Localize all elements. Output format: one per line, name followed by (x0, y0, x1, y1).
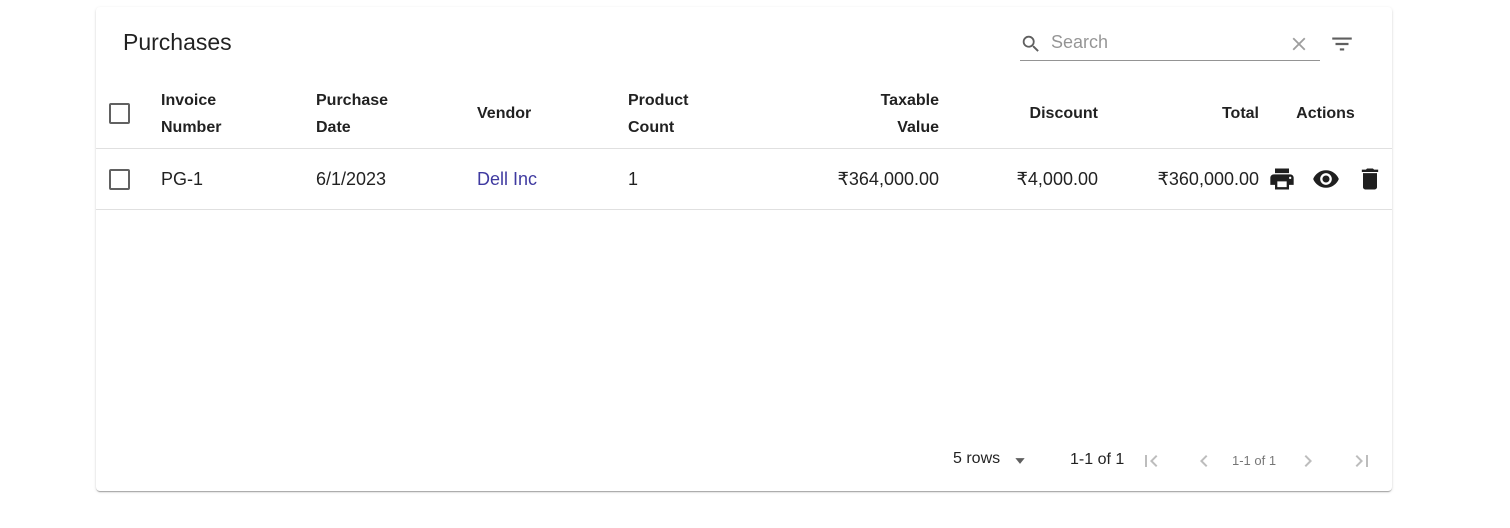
cell-product-count: 1 (628, 148, 768, 210)
cell-vendor: Dell Inc (477, 148, 628, 210)
column-header-actions: Actions (1259, 79, 1392, 149)
column-header-discount[interactable]: Discount (939, 79, 1098, 149)
column-header-line: Count (628, 118, 675, 136)
last-page-icon[interactable] (1350, 449, 1374, 473)
purchases-table: Invoice Number Purchase Date Vendor Prod… (96, 79, 1392, 210)
column-header-taxable-value[interactable]: Taxable Value (768, 79, 939, 149)
select-all-checkbox[interactable] (109, 103, 130, 125)
column-header-purchase-date[interactable]: Purchase Date (316, 79, 477, 149)
column-header-line: Total (1221, 105, 1259, 122)
column-header-vendor[interactable]: Vendor (477, 79, 628, 149)
column-header-product-count[interactable]: Product Count (628, 79, 768, 149)
chevron-left-icon[interactable] (1192, 449, 1216, 473)
filter-list-icon[interactable] (1329, 31, 1355, 57)
page-title: Purchases (123, 29, 232, 55)
table-row[interactable]: PG-1 6/1/2023 Dell Inc 1 ₹364,000.00 ₹4,… (96, 148, 1392, 210)
cell-invoice-number: PG-1 (161, 148, 316, 210)
search-input[interactable] (1051, 29, 1281, 55)
chevron-right-icon[interactable] (1296, 449, 1320, 473)
column-header-line: Taxable (880, 91, 939, 109)
column-header-line: Purchase (316, 91, 389, 109)
cell-taxable-value: ₹364,000.00 (768, 148, 939, 210)
first-page-icon[interactable] (1139, 449, 1163, 473)
select-all-cell (96, 79, 161, 149)
row-checkbox[interactable] (109, 168, 130, 190)
cell-actions (1259, 148, 1392, 210)
table-header-row: Invoice Number Purchase Date Vendor Prod… (96, 79, 1392, 149)
column-header-line: Value (897, 118, 939, 136)
row-select-cell (96, 148, 161, 210)
pagination-range: 1-1 of 1 (1070, 451, 1125, 468)
column-header-line: Discount (1029, 105, 1098, 122)
trash-icon[interactable] (1356, 165, 1384, 193)
table-pagination: 5 rows 1-1 of 1 1-1 of 1 (96, 435, 1392, 487)
search-field[interactable] (1020, 27, 1320, 61)
eye-icon[interactable] (1312, 165, 1340, 193)
column-header-line: Actions (1296, 105, 1355, 122)
print-icon[interactable] (1268, 165, 1296, 193)
column-header-invoice-number[interactable]: Invoice Number (161, 79, 316, 149)
cell-purchase-date: 6/1/2023 (316, 148, 477, 210)
vendor-link[interactable]: Dell Inc (477, 169, 537, 189)
column-header-line: Date (316, 118, 351, 136)
search-icon (1022, 35, 1039, 52)
column-header-line: Vendor (477, 105, 532, 122)
table-toolbar: Purchases (96, 7, 1392, 79)
cell-discount: ₹4,000.00 (939, 148, 1098, 210)
column-header-line: Product (628, 91, 689, 109)
column-header-total[interactable]: Total (1098, 79, 1259, 149)
rows-per-page-select[interactable]: 5 rows (953, 450, 1000, 468)
column-header-line: Invoice (161, 91, 217, 109)
cell-total: ₹360,000.00 (1098, 148, 1259, 210)
close-icon[interactable] (1288, 33, 1310, 55)
arrow-drop-down-icon[interactable] (1013, 454, 1027, 468)
column-header-line: Number (161, 118, 222, 136)
pagination-small-range: 1-1 of 1 (1232, 453, 1277, 468)
purchases-card: Purchases Search Invoice Number Purchase… (96, 7, 1392, 491)
